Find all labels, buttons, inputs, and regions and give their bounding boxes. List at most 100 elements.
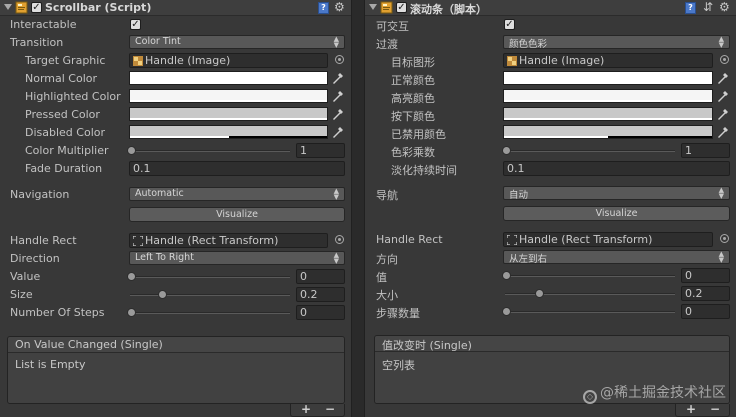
slider-thumb[interactable] [502, 271, 511, 280]
alpha-bar [130, 100, 327, 102]
object-picker-icon[interactable] [335, 55, 344, 64]
value-input[interactable]: 0 [681, 268, 730, 283]
direction-dropdown[interactable]: Left To Right ▲ ▼ [129, 251, 345, 265]
row-normal-color: Normal Color [0, 70, 351, 88]
target-graphic-field[interactable]: Handle (Image) [503, 53, 713, 68]
eyedropper-icon[interactable] [716, 107, 730, 121]
transition-dropdown[interactable]: 颜色色彩 ▲ ▼ [503, 35, 730, 50]
steps-slider[interactable] [130, 312, 290, 314]
object-picker-icon[interactable] [720, 55, 729, 64]
color-multiplier-label: 色彩乘数 [391, 146, 435, 159]
value-slider[interactable] [130, 276, 290, 278]
component-header[interactable]: ✓ Scrollbar (Script) ? ⚙ [0, 0, 351, 16]
gear-icon[interactable]: ⚙ [334, 0, 345, 14]
color-multiplier-input[interactable]: 1 [296, 143, 345, 158]
highlighted-color-swatch[interactable] [503, 89, 713, 103]
handle-rect-field[interactable]: Handle (Rect Transform) [129, 233, 328, 248]
slider-thumb[interactable] [502, 146, 511, 155]
slider-thumb[interactable] [127, 272, 136, 281]
value-input[interactable]: 0 [296, 269, 345, 284]
eyedropper-icon[interactable] [716, 71, 730, 85]
rect-transform-icon [133, 236, 143, 246]
eyedropper-icon[interactable] [716, 125, 730, 139]
slider-thumb[interactable] [127, 308, 136, 317]
steps-input[interactable]: 0 [296, 305, 345, 320]
size-slider[interactable] [505, 293, 675, 295]
navigation-label: 导航 [376, 189, 398, 202]
steps-slider[interactable] [505, 311, 675, 313]
pressed-color-swatch[interactable] [503, 107, 713, 121]
direction-value: Left To Right [135, 252, 194, 263]
chevron-updown-icon: ▲ ▼ [333, 187, 339, 201]
size-slider[interactable] [130, 294, 290, 296]
eyedropper-icon[interactable] [331, 71, 345, 85]
object-picker-icon[interactable] [720, 234, 729, 243]
handle-rect-field[interactable]: Handle (Rect Transform) [503, 232, 713, 247]
remove-listener-button[interactable]: − [325, 402, 335, 416]
slider-thumb[interactable] [158, 290, 167, 299]
transition-dropdown[interactable]: Color Tint ▲ ▼ [129, 35, 345, 49]
size-value: 0.2 [300, 288, 318, 301]
color-multiplier-slider[interactable] [505, 150, 675, 152]
navigation-dropdown[interactable]: 自动 ▲ ▼ [503, 186, 730, 201]
normal-color-swatch[interactable] [503, 71, 713, 85]
row-fade-duration: Fade Duration 0.1 [0, 160, 351, 178]
component-enabled-checkbox[interactable]: ✓ [31, 2, 42, 13]
eyedropper-icon[interactable] [331, 89, 345, 103]
fade-duration-label: Fade Duration [25, 162, 103, 175]
slider-thumb[interactable] [502, 307, 511, 316]
eyedropper-icon[interactable] [331, 125, 345, 139]
interactable-checkbox[interactable]: ✓ [130, 19, 141, 30]
color-multiplier-slider[interactable] [130, 150, 290, 152]
object-picker-icon[interactable] [335, 235, 344, 244]
chevron-updown-icon: ▲ ▼ [718, 35, 724, 49]
direction-dropdown[interactable]: 从左到右 ▲ ▼ [503, 250, 730, 265]
component-enabled-checkbox[interactable]: ✓ [396, 2, 407, 13]
slider-thumb[interactable] [127, 146, 136, 155]
add-listener-button[interactable]: + [301, 402, 311, 416]
handle-rect-value: Handle (Rect Transform) [145, 234, 279, 247]
normal-color-swatch[interactable] [129, 71, 328, 85]
event-header: 值改变时 (Single) [375, 336, 729, 352]
row-disabled-color: Disabled Color [0, 124, 351, 142]
navigation-dropdown[interactable]: Automatic ▲ ▼ [129, 187, 345, 201]
disabled-color-swatch[interactable] [503, 125, 713, 139]
navigation-label: Navigation [10, 188, 70, 201]
row-highlighted-color: Highlighted Color [0, 88, 351, 106]
disabled-color-swatch[interactable] [129, 125, 328, 139]
visualize-button[interactable]: Visualize [129, 207, 345, 222]
target-graphic-field[interactable]: Handle (Image) [129, 53, 328, 68]
pressed-color-swatch[interactable] [129, 107, 328, 121]
value-slider[interactable] [505, 275, 675, 277]
chevron-updown-icon: ▲ ▼ [333, 251, 339, 265]
fade-duration-input[interactable]: 0.1 [129, 161, 345, 176]
eyedropper-icon[interactable] [331, 107, 345, 121]
foldout-arrow-icon[interactable] [369, 4, 377, 10]
alpha-bar [504, 82, 712, 84]
foldout-arrow-icon[interactable] [4, 4, 12, 10]
preset-icon[interactable]: ⇵ [703, 0, 713, 14]
row-handle-rect: Handle Rect Handle (Rect Transform) [365, 231, 736, 249]
help-book-icon[interactable]: ? [685, 2, 696, 14]
fade-duration-input[interactable]: 0.1 [503, 161, 730, 176]
steps-input[interactable]: 0 [681, 304, 730, 319]
color-multiplier-label: Color Multiplier [25, 144, 109, 157]
size-input[interactable]: 0.2 [681, 286, 730, 301]
help-book-icon[interactable]: ? [318, 2, 329, 14]
highlighted-color-label: Highlighted Color [25, 90, 121, 103]
pressed-color-label: Pressed Color [25, 108, 100, 121]
size-input[interactable]: 0.2 [296, 287, 345, 302]
color-multiplier-input[interactable]: 1 [681, 143, 730, 158]
gear-icon[interactable]: ⚙ [719, 0, 730, 14]
row-interactable: Interactable ✓ [0, 16, 351, 34]
interactable-checkbox[interactable]: ✓ [504, 19, 515, 30]
eyedropper-icon[interactable] [716, 89, 730, 103]
image-icon [507, 56, 517, 66]
visualize-button[interactable]: Visualize [503, 206, 730, 221]
steps-value: 0 [685, 305, 692, 318]
component-header[interactable]: ✓ 滚动条（脚本） ? ⇵ ⚙ [365, 0, 736, 16]
slider-thumb[interactable] [535, 289, 544, 298]
add-listener-button[interactable]: + [686, 402, 696, 416]
remove-listener-button[interactable]: − [710, 402, 720, 416]
highlighted-color-swatch[interactable] [129, 89, 328, 103]
